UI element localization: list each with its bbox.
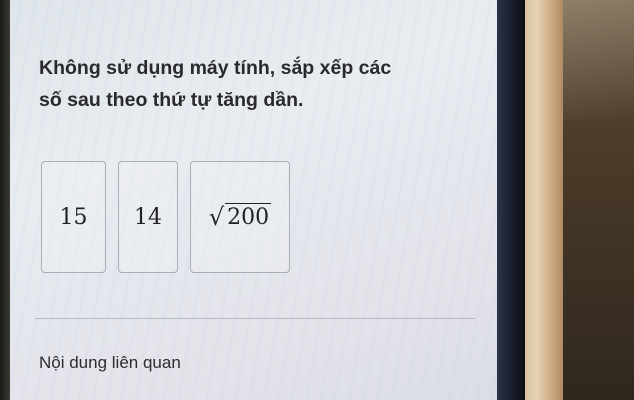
- question-line-1: Không sử dụng máy tính, sắp xếp các: [39, 57, 392, 79]
- answer-tile-15[interactable]: 15: [41, 161, 106, 273]
- radicand: 200: [225, 203, 272, 230]
- sqrt-expression: √ 200: [208, 203, 272, 231]
- answer-value: 14: [134, 204, 162, 230]
- phone-screen: Không sử dụng máy tính, sắp xếp các số s…: [10, 0, 497, 400]
- phone-frame-edge: [525, 0, 563, 400]
- question-text: Không sử dụng máy tính, sắp xếp các số s…: [39, 52, 479, 116]
- section-divider: [35, 318, 475, 319]
- answer-value: 15: [59, 204, 88, 230]
- question-line-2: số sau theo thứ tự tăng dần.: [39, 89, 304, 111]
- radical-sign-icon: √: [208, 203, 225, 231]
- answer-tile-14[interactable]: 14: [118, 161, 178, 273]
- photo-left-edge: [0, 0, 10, 400]
- answer-tile-sqrt-200[interactable]: √ 200: [190, 161, 290, 273]
- related-content-heading: Nội dung liên quan: [39, 353, 181, 372]
- phone-bezel: [497, 0, 525, 400]
- photo-background: [563, 0, 634, 400]
